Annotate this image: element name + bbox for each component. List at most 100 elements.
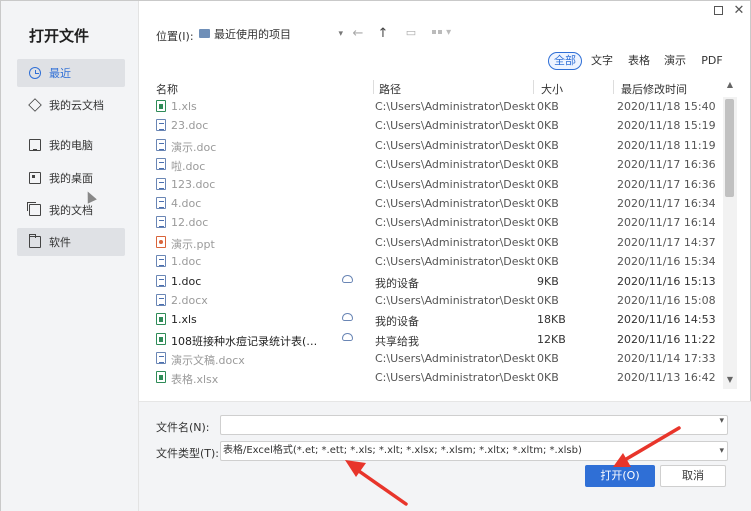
cube-icon [28,98,42,112]
sidebar-item-recent[interactable]: 最近 [17,59,125,87]
sidebar: 打开文件 最近 我的云文档 我的电脑 我的桌面 我的文档 软件 [1,1,139,511]
file-row[interactable]: 1.xls C:\Users\Administrator\Deskt... 0KB 2… [147,97,723,116]
filetype-select[interactable]: 表格/Excel格式(*.et; *.ett; *.xls; *.xlt; *.… [220,441,728,461]
sidebar-item-software[interactable]: 软件 [17,228,125,256]
column-header-modified[interactable]: 最后修改时间 [621,81,687,97]
filter-spreadsheet[interactable]: 表格 [625,52,653,70]
cloud-icon [342,313,353,322]
file-size: 0KB [537,255,559,269]
open-button[interactable]: 打开(O) [585,465,655,487]
filter-all[interactable]: 全部 [548,52,582,70]
file-size: 0KB [537,177,559,191]
file-modified: 2020/11/18 15:19 [617,119,716,133]
file-name: 表格.xlsx [171,373,219,387]
column-header-name[interactable]: 名称 [156,81,178,97]
doc-file-icon [156,196,166,209]
dialog-title: 打开文件 [29,27,90,45]
cancel-button[interactable]: 取消 [660,465,726,487]
filename-label: 文件名(N): [156,421,210,434]
filter-presentation[interactable]: 演示 [661,52,689,70]
column-header-size[interactable]: 大小 [541,81,563,97]
close-button[interactable]: ✕ [732,4,746,18]
file-row[interactable]: 1.doc C:\Users\Administrator\Deskt... 0KB 2… [147,252,723,271]
file-name: 1.xls [171,100,197,113]
file-name: 23.doc [171,119,209,133]
file-name: 演示.doc [171,140,217,154]
file-row[interactable]: 4.doc C:\Users\Administrator\Deskt... 0KB 2… [147,194,723,213]
file-list: 名称 路径 大小 最后修改时间 1.xls C:\Users\Administra… [147,77,737,389]
sidebar-item-my-desktop[interactable]: 我的桌面 [17,164,125,192]
scrollbar-thumb[interactable] [725,99,734,197]
file-path: C:\Users\Administrator\Deskt... [375,177,535,191]
location-dropdown[interactable]: 最近使用的项目 ▾ [199,24,343,44]
file-name: 1.xls [171,313,197,327]
chevron-down-icon: ▾ [338,28,343,39]
file-row[interactable]: 表格.xlsx C:\Users\Administrator\Deskt... 0K… [147,368,723,387]
desktop-icon [29,172,41,184]
sidebar-item-my-computer[interactable]: 我的电脑 [17,131,125,159]
file-row[interactable]: 啦.doc C:\Users\Administrator\Deskt... 0KB 2… [147,155,723,174]
file-size: 0KB [537,100,559,113]
file-row[interactable]: 演示.doc C:\Users\Administrator\Deskt... 0KB… [147,136,723,155]
view-mode-button[interactable]: ▾ [431,27,453,41]
chevron-down-icon: ▾ [443,27,452,38]
file-name: 1.doc [171,274,202,288]
file-path: C:\Users\Administrator\Deskt... [375,216,535,230]
file-modified: 2020/11/16 15:13 [617,274,716,288]
file-row[interactable]: 1.xls 我的设备 18KB 2020/11/16 14:53 [147,310,723,329]
scroll-down-button[interactable]: ▼ [723,373,737,387]
clock-icon [29,67,41,79]
maximize-button[interactable] [711,4,725,18]
file-size: 0KB [537,216,559,230]
sidebar-item-label: 我的云文档 [49,99,104,112]
new-folder-icon: ▭ [405,26,417,39]
back-button[interactable]: ← [350,26,366,41]
file-path: C:\Users\Administrator\Deskt... [375,255,535,269]
xls-file-icon [156,371,166,384]
folder-icon [29,234,41,248]
cloud-icon [342,332,353,341]
up-arrow-icon: ↑ [377,26,389,41]
sidebar-item-label: 我的文档 [49,204,93,217]
open-file-dialog: 打开文件 最近 我的云文档 我的电脑 我的桌面 我的文档 软件 ✕ 位置(I):… [0,0,751,511]
file-modified: 2020/11/13 16:42 [617,371,716,385]
file-row[interactable]: 123.doc C:\Users\Administrator\Deskt... 0K… [147,175,723,194]
file-row[interactable]: 108班接种水痘记录统计表(1).... 共享给我 12KB 2020/11/16 1… [147,330,723,349]
file-size: 18KB [537,313,566,327]
back-arrow-icon: ← [352,26,364,41]
scroll-up-button[interactable]: ▲ [723,77,737,93]
file-name: 演示.ppt [171,237,215,251]
file-size: 0KB [537,158,559,172]
new-folder-button[interactable]: ▭ [403,26,419,39]
file-row[interactable]: 12.doc C:\Users\Administrator\Deskt... 0KB… [147,213,723,232]
filetype-value: 表格/Excel格式(*.et; *.ett; *.xls; *.xlt; *.… [223,445,582,456]
xls-file-icon [156,313,166,326]
xls-file-icon [156,100,166,112]
doc-file-icon [156,119,166,132]
filename-input[interactable]: ▾ [220,415,728,435]
file-path: C:\Users\Administrator\Deskt... [375,352,535,366]
sidebar-item-my-documents[interactable]: 我的文档 [17,196,125,224]
location-label: 位置(I): [156,30,194,43]
recent-folder-icon [199,29,210,38]
file-row[interactable]: 2.docx C:\Users\Administrator\Deskt... 0KB… [147,291,723,310]
doc-file-icon [156,138,166,151]
file-modified: 2020/11/17 14:37 [617,235,716,249]
ppt-file-icon [156,235,166,248]
file-row[interactable]: 23.doc C:\Users\Administrator\Deskt... 0KB… [147,116,723,135]
up-folder-button[interactable]: ↑ [375,26,391,41]
file-row[interactable]: 演示文稿.docx C:\Users\Administrator\Deskt...… [147,349,723,368]
chevron-down-icon: ▾ [719,446,724,456]
grid-view-icon [431,27,443,38]
file-path: C:\Users\Administrator\Deskt... [375,119,535,133]
doc-file-icon [156,352,166,365]
filter-text[interactable]: 文字 [589,52,615,70]
file-row[interactable]: 1.doc 我的设备 9KB 2020/11/16 15:13 [147,272,723,291]
file-modified: 2020/11/16 15:08 [617,293,716,307]
file-row[interactable]: 演示.ppt C:\Users\Administrator\Deskt... 0KB… [147,233,723,252]
column-header-path[interactable]: 路径 [379,81,401,97]
file-list-header: 名称 路径 大小 最后修改时间 [147,77,723,97]
filter-pdf[interactable]: PDF [698,52,726,70]
file-modified: 2020/11/17 16:14 [617,216,716,230]
sidebar-item-cloud-docs[interactable]: 我的云文档 [17,91,125,119]
